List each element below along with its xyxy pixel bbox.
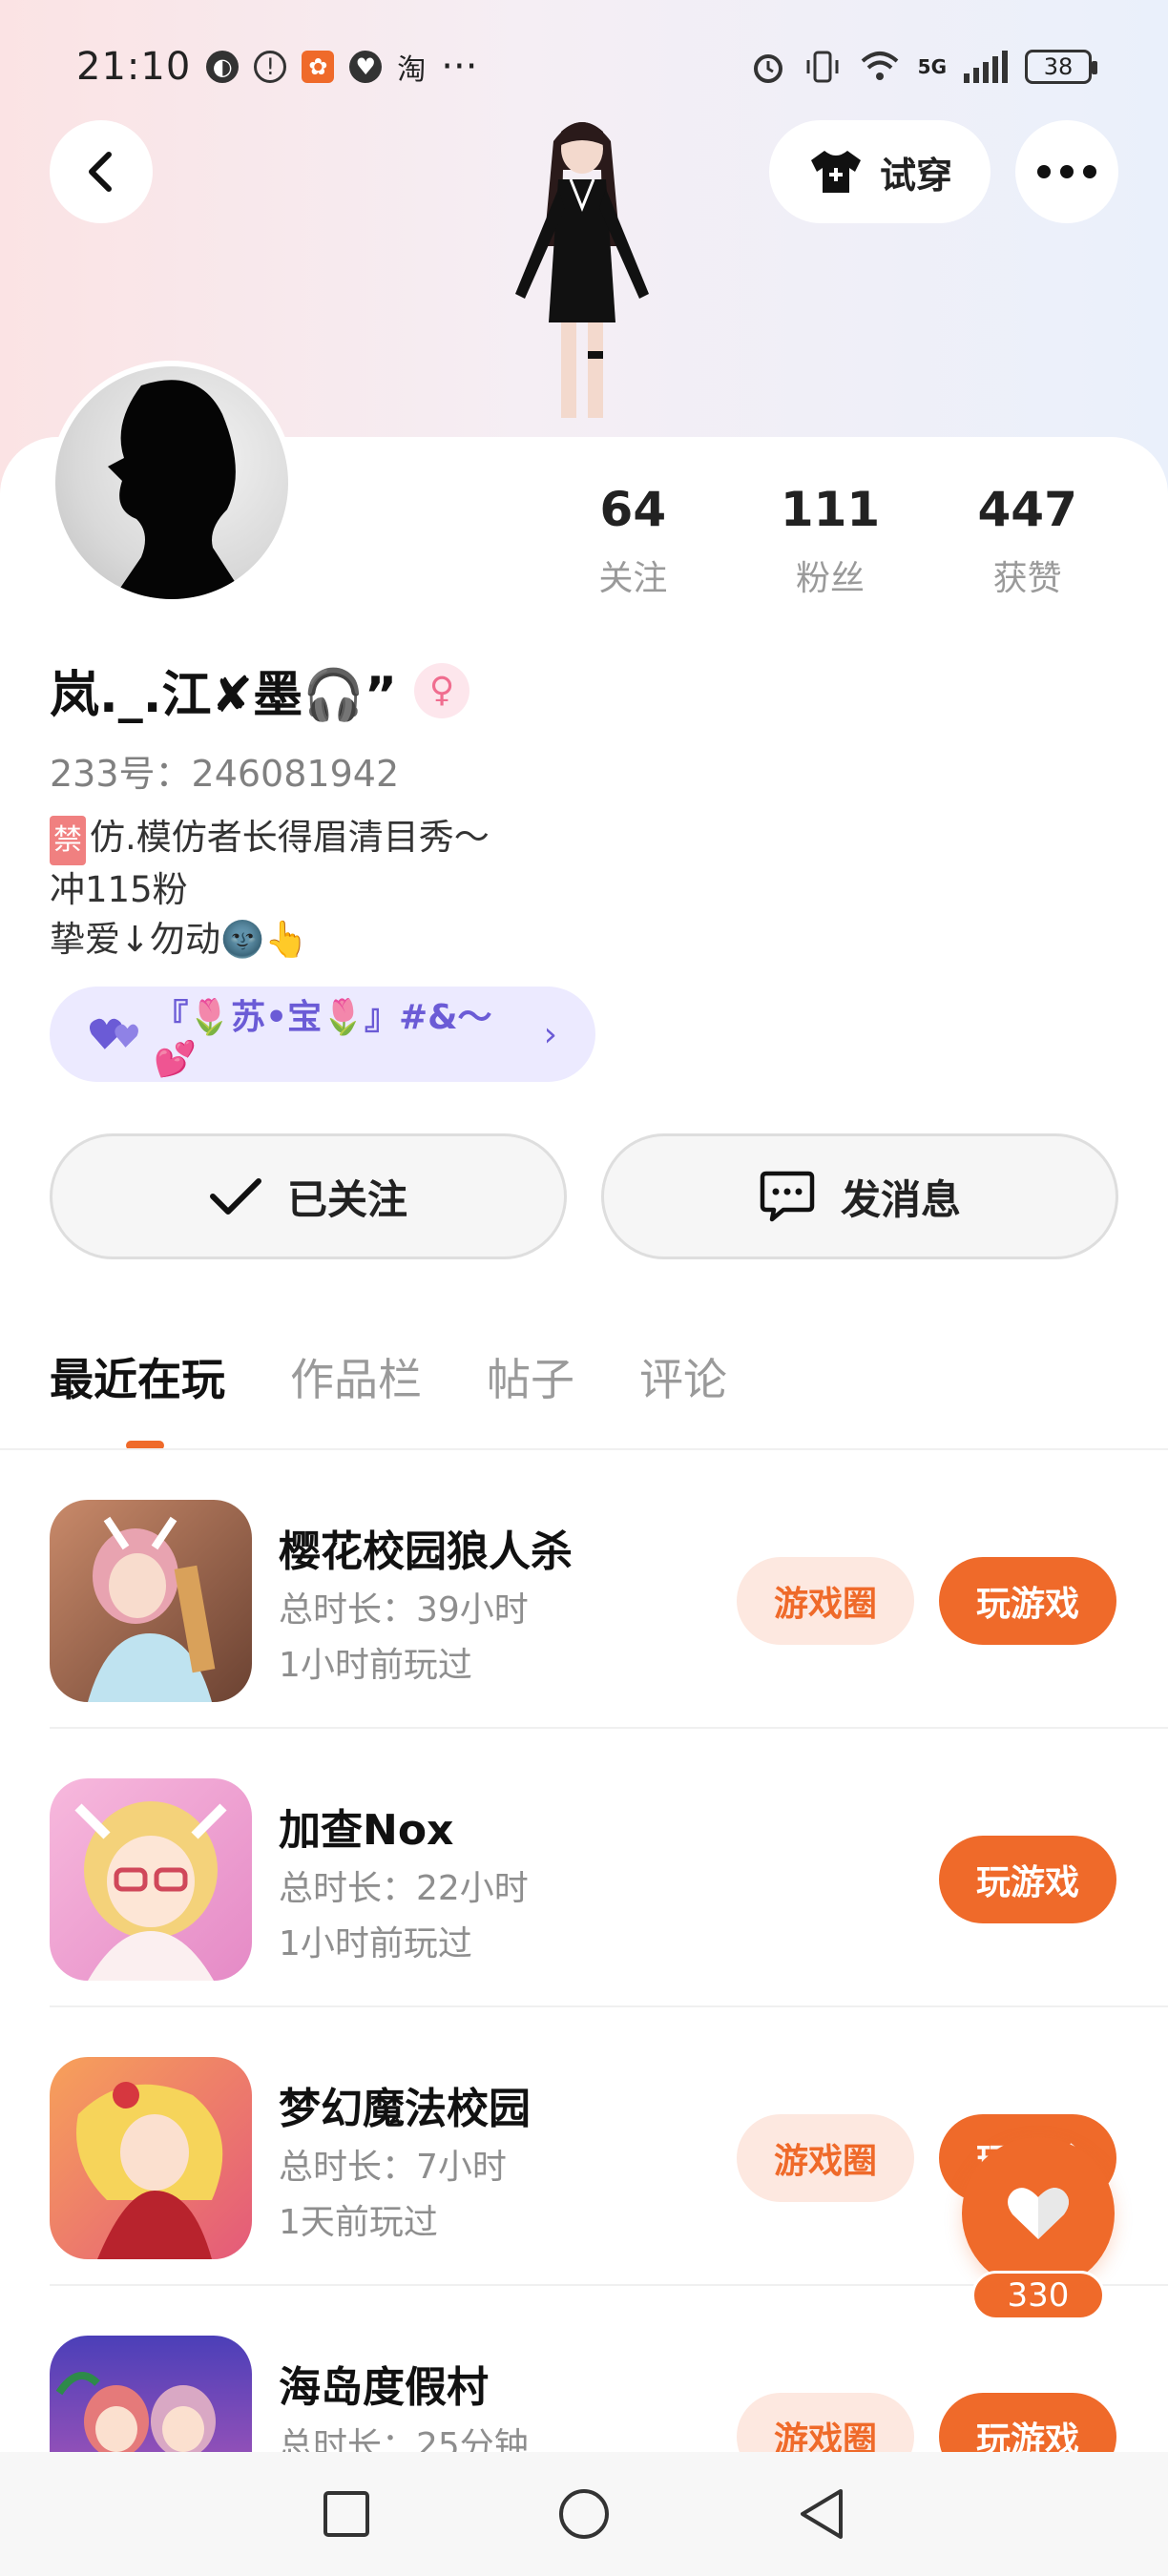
- game-last-played: 1小时前玩过: [279, 1646, 472, 1685]
- battery-icon: 38: [1025, 50, 1097, 84]
- back-nav-icon[interactable]: [797, 2487, 846, 2541]
- stat-likes-value: 447: [977, 482, 1077, 537]
- vpn-icon: ◐: [206, 51, 240, 83]
- tab-recently-played[interactable]: 最近在玩: [50, 1345, 225, 1450]
- system-navigation-bar: [0, 2452, 1168, 2576]
- bio-ban-tag: 禁: [50, 816, 86, 865]
- back-button[interactable]: [50, 120, 153, 223]
- game-last-played: 1天前玩过: [279, 2203, 438, 2242]
- signal-icon: [964, 51, 1008, 83]
- game-row[interactable]: 加查Nox 总时长：22小时 1小时前玩过 玩游戏: [50, 1729, 1168, 2007]
- game-row[interactable]: 樱花校园狼人杀 总时长：39小时 1小时前玩过 游戏圈 玩游戏: [50, 1450, 1168, 1729]
- game-circle-button[interactable]: 游戏圈: [737, 2114, 914, 2202]
- game-duration: 总时长：39小时: [279, 1590, 529, 1630]
- floating-like-button[interactable]: [962, 2137, 1115, 2290]
- stat-followers-label: 粉丝: [796, 559, 866, 598]
- tab-comments[interactable]: 评论: [639, 1345, 727, 1408]
- avatar-image: [55, 366, 288, 599]
- try-on-button[interactable]: 试穿: [769, 120, 991, 223]
- check-icon: [209, 1178, 261, 1215]
- chevron-right-icon: ›: [543, 1014, 557, 1054]
- try-on-label: 试穿: [879, 154, 952, 197]
- more-dots-icon: [1037, 165, 1096, 178]
- game-circle-button[interactable]: 游戏圈: [737, 1557, 914, 1645]
- game-icon: [50, 1500, 252, 1702]
- user-name: 岚._.江✘墨🎧”: [50, 667, 398, 724]
- bio-line-3: 挚爱↓勿动🌚👆: [50, 919, 309, 960]
- send-message-button[interactable]: 发消息: [601, 1133, 1118, 1259]
- game-icon: [50, 1778, 252, 1981]
- group-pill-label: 『🌷苏•宝🌷』#&～💕: [154, 998, 492, 1079]
- game-art-anime-girl: [76, 2082, 223, 2259]
- like-count-badge: 330: [971, 2271, 1105, 2320]
- avatar[interactable]: [50, 361, 294, 605]
- stat-following[interactable]: 64 关注: [534, 482, 732, 600]
- game-title: 海岛度假村: [279, 2363, 489, 2412]
- status-left: 21:10 ◐ ! ✿ ♥ 淘 ···: [76, 45, 477, 89]
- network-type-label: 5G: [917, 55, 947, 78]
- alert-icon: !: [254, 51, 287, 83]
- game-art-anime-girl: [88, 1516, 216, 1702]
- stat-followers[interactable]: 111 粉丝: [732, 482, 929, 600]
- bio-line-1: 禁仿.模仿者长得眉清目秀～: [50, 813, 490, 865]
- more-notifications-icon: ···: [441, 45, 478, 89]
- avatar-3d-figure: [515, 122, 649, 418]
- play-game-button[interactable]: 玩游戏: [939, 1557, 1116, 1645]
- hearts-icon: [89, 1018, 138, 1049]
- chat-bubble-icon: [760, 1171, 815, 1222]
- game-icon: [50, 2057, 252, 2259]
- vibrate-icon: [806, 51, 839, 83]
- play-game-button[interactable]: 玩游戏: [939, 1836, 1116, 1923]
- more-options-button[interactable]: [1015, 120, 1118, 223]
- app-notification-icon: ✿: [302, 51, 335, 83]
- wifi-icon: [861, 52, 898, 80]
- game-title: 梦幻魔法校园: [279, 2085, 531, 2133]
- back-arrow-icon: [89, 152, 112, 192]
- battery-level: 38: [1043, 53, 1074, 80]
- stat-followers-value: 111: [780, 482, 881, 537]
- user-id[interactable]: 233号：246081942: [50, 744, 399, 797]
- stat-following-value: 64: [599, 482, 667, 537]
- stat-likes[interactable]: 447 获赞: [928, 482, 1126, 600]
- profile-stats: 64 关注 111 粉丝 447 获赞: [534, 482, 1126, 600]
- tshirt-icon: [810, 151, 861, 193]
- tab-posts[interactable]: 帖子: [487, 1345, 574, 1408]
- gender-female-icon: ♀: [414, 662, 470, 718]
- heart-app-icon: ♥: [349, 51, 383, 83]
- send-message-label: 发消息: [840, 1175, 961, 1223]
- game-title: 加查Nox: [279, 1806, 454, 1855]
- status-right: 5G 38: [750, 49, 1097, 85]
- taobao-icon: 淘: [397, 53, 427, 87]
- user-bio: 禁仿.模仿者长得眉清目秀～ 冲115粉 挚爱↓勿动🌚👆: [50, 813, 490, 965]
- bio-line-1-text: 仿.模仿者长得眉清目秀～: [90, 817, 490, 858]
- name-row: 岚._.江✘墨🎧” ♀: [50, 654, 470, 726]
- heart-icon: [1008, 2188, 1069, 2239]
- game-duration: 总时长：22小时: [279, 1869, 529, 1908]
- following-label: 已关注: [286, 1175, 407, 1223]
- recent-apps-icon[interactable]: [322, 2489, 371, 2539]
- silhouette-portrait: [108, 380, 246, 599]
- recent-games-list: 樱花校园狼人杀 总时长：39小时 1小时前玩过 游戏圈 玩游戏 加查Nox 总时…: [0, 1450, 1168, 2565]
- game-duration: 总时长：7小时: [279, 2148, 507, 2187]
- game-title: 樱花校园狼人杀: [279, 1527, 573, 1576]
- tab-works[interactable]: 作品栏: [290, 1345, 422, 1408]
- status-time: 21:10: [76, 45, 192, 89]
- following-button[interactable]: 已关注: [50, 1133, 567, 1259]
- group-pill[interactable]: 『🌷苏•宝🌷』#&～💕 ›: [50, 987, 595, 1082]
- profile-tabs: 最近在玩 作品栏 帖子 评论: [50, 1345, 727, 1450]
- stat-likes-label: 获赞: [992, 559, 1062, 598]
- game-last-played: 1小时前玩过: [279, 1924, 472, 1963]
- stat-following-label: 关注: [598, 559, 668, 598]
- bio-line-2: 冲115粉: [50, 869, 188, 910]
- home-icon[interactable]: [557, 2487, 611, 2541]
- alarm-icon: [753, 54, 782, 83]
- game-art-anime-girl: [74, 1801, 227, 1981]
